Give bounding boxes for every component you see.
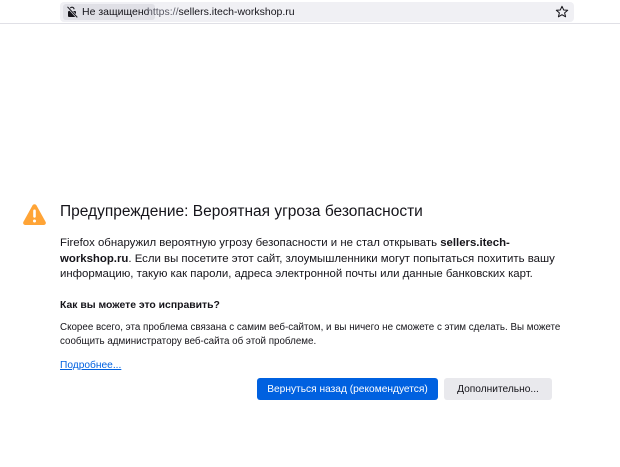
advanced-button[interactable]: Дополнительно... xyxy=(444,378,552,400)
page-title: Предупреждение: Вероятная угроза безопас… xyxy=(60,203,423,220)
learn-more-link[interactable]: Подробнее... xyxy=(60,359,121,373)
description-suffix: . Если вы посетите этот сайт, злоумышлен… xyxy=(60,252,555,281)
fix-heading: Как вы можете это исправить? xyxy=(60,299,220,311)
browser-toolbar: Не защищено https://sellers.itech-worksh… xyxy=(0,0,620,24)
error-description: Firefox обнаружил вероятную угрозу безоп… xyxy=(60,236,580,283)
fix-text: Скорее всего, эта проблема связана с сам… xyxy=(60,321,561,348)
broken-lock-icon xyxy=(67,6,78,18)
url-host: sellers.itech-workshop.ru xyxy=(178,6,295,18)
url-scheme: https:// xyxy=(147,6,179,18)
warning-icon xyxy=(23,204,46,225)
star-icon[interactable] xyxy=(555,5,569,19)
identity-label: Не защищено xyxy=(82,6,150,18)
go-back-button[interactable]: Вернуться назад (рекомендуется) xyxy=(257,378,438,400)
button-row: Вернуться назад (рекомендуется) Дополнит… xyxy=(257,378,552,400)
description-prefix: Firefox обнаружил вероятную угрозу безоп… xyxy=(60,237,441,249)
identity-box[interactable]: Не защищено xyxy=(63,4,155,20)
url-text[interactable]: https://sellers.itech-workshop.ru xyxy=(147,5,295,19)
url-bar[interactable]: Не защищено https://sellers.itech-worksh… xyxy=(60,2,574,22)
error-content: Предупреждение: Вероятная угроза безопас… xyxy=(60,200,580,400)
